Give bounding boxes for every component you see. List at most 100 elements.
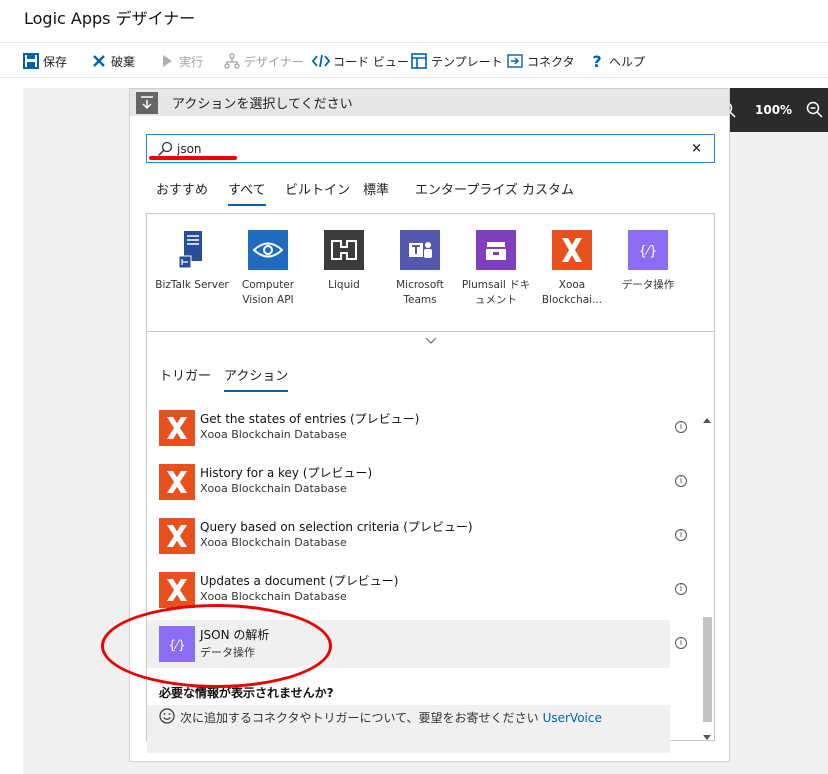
svg-text:{⁄}: {⁄} bbox=[639, 244, 658, 259]
plumsail-icon bbox=[476, 230, 516, 270]
connector-name: BizTalk Server bbox=[155, 279, 229, 291]
designer-toolbar: 保存 破棄 実行 デザイナー コード ビュー テンプレート コネクタ ? ヘルプ bbox=[0, 42, 828, 78]
code-view-button[interactable]: コード ビュー bbox=[312, 51, 409, 71]
code-icon bbox=[312, 52, 330, 70]
connector-name: Computer bbox=[241, 279, 295, 291]
zoom-out-icon[interactable] bbox=[806, 101, 824, 123]
action-list-scrollbar[interactable] bbox=[700, 410, 714, 740]
biztalk-icon bbox=[172, 230, 212, 270]
connector-data-operations[interactable]: {⁄} データ操作 bbox=[610, 230, 686, 293]
red-underline-annotation bbox=[149, 156, 237, 160]
panel-header: アクションを選択してください bbox=[130, 89, 729, 116]
connector-name: Plumsail ドキ bbox=[461, 279, 531, 291]
tab-standard[interactable]: 標準 bbox=[363, 179, 389, 198]
action-step-icon bbox=[136, 92, 158, 114]
action-name: Updates a document (プレビュー) bbox=[200, 574, 399, 588]
connector-name: Microsoft bbox=[396, 279, 444, 291]
tab-enterprise[interactable]: エンタープライズ bbox=[415, 179, 518, 198]
connector-name-2: Teams bbox=[403, 294, 437, 306]
xooa-icon bbox=[159, 572, 195, 608]
category-tabs: おすすめ すべて ビルトイン 標準 エンタープライズ カスタム bbox=[156, 179, 716, 207]
save-icon bbox=[22, 52, 40, 70]
xooa-icon bbox=[159, 410, 195, 446]
connector-xooa[interactable]: Xooa Blockchai... bbox=[534, 230, 610, 308]
action-item[interactable]: History for a key (プレビュー) Xooa Blockchai… bbox=[147, 458, 670, 506]
clear-search-icon[interactable]: × bbox=[691, 141, 702, 156]
help-label: ヘルプ bbox=[609, 54, 646, 69]
run-button[interactable]: 実行 bbox=[158, 51, 203, 71]
connector-computer-vision[interactable]: Computer Vision API bbox=[230, 230, 306, 308]
search-input[interactable] bbox=[177, 139, 677, 159]
scrollbar-thumb[interactable] bbox=[703, 617, 712, 722]
scroll-up-icon[interactable] bbox=[703, 410, 711, 429]
feedback-message: 次に追加するコネクタやトリガーについて、要望をお寄せください bbox=[180, 711, 539, 725]
xooa-icon bbox=[159, 518, 195, 554]
save-label: 保存 bbox=[43, 54, 68, 69]
xooa-icon bbox=[552, 230, 592, 270]
close-icon bbox=[90, 52, 108, 70]
connector-name: Liquid bbox=[328, 279, 360, 291]
tab-triggers[interactable]: トリガー bbox=[159, 365, 211, 384]
action-connector: Xooa Blockchain Database bbox=[200, 536, 347, 549]
connectors-label: コネクタ bbox=[527, 54, 575, 69]
info-icon[interactable]: i bbox=[675, 637, 687, 649]
designer-button[interactable]: デザイナー bbox=[223, 51, 304, 71]
tab-actions[interactable]: アクション bbox=[224, 365, 289, 392]
connector-liquid[interactable]: Liquid bbox=[306, 230, 382, 293]
xooa-icon bbox=[159, 464, 195, 500]
title-bar: Logic Apps デザイナー bbox=[0, 0, 828, 40]
tab-recommended[interactable]: おすすめ bbox=[156, 179, 208, 198]
action-name: Query based on selection criteria (プレビュー… bbox=[200, 520, 473, 534]
action-name: History for a key (プレビュー) bbox=[200, 466, 373, 480]
action-connector: Xooa Blockchain Database bbox=[200, 590, 347, 603]
connector-biztalk[interactable]: BizTalk Server bbox=[154, 230, 230, 293]
connectors-button[interactable]: コネクタ bbox=[506, 51, 575, 71]
zoom-level: 100% bbox=[755, 103, 793, 117]
run-label: 実行 bbox=[179, 54, 204, 69]
info-icon[interactable]: i bbox=[675, 583, 687, 595]
designer-icon bbox=[223, 52, 241, 70]
connector-teams[interactable]: Microsoft Teams bbox=[382, 230, 458, 308]
app-title: Logic Apps デザイナー bbox=[24, 9, 196, 28]
teams-icon bbox=[400, 230, 440, 270]
red-ellipse-annotation bbox=[101, 604, 332, 688]
panel-title: アクションを選択してください bbox=[172, 97, 353, 112]
connector-icon bbox=[506, 52, 524, 70]
chevron-down-icon bbox=[424, 332, 438, 348]
tab-all[interactable]: すべて bbox=[228, 179, 266, 206]
info-icon[interactable]: i bbox=[675, 421, 687, 433]
info-icon[interactable]: i bbox=[675, 529, 687, 541]
template-icon bbox=[410, 52, 428, 70]
expand-connectors-toggle[interactable] bbox=[146, 331, 715, 348]
help-button[interactable]: ? ヘルプ bbox=[588, 51, 645, 71]
action-name: Get the states of entries (プレビュー) bbox=[200, 412, 420, 426]
tab-custom[interactable]: カスタム bbox=[522, 179, 574, 198]
save-button[interactable]: 保存 bbox=[22, 51, 67, 71]
data-operations-icon: {⁄} bbox=[628, 230, 668, 270]
tab-builtin[interactable]: ビルトイン bbox=[285, 179, 350, 198]
action-connector: Xooa Blockchain Database bbox=[200, 482, 347, 495]
connector-name-2: ュメント bbox=[475, 294, 517, 306]
help-icon: ? bbox=[592, 51, 602, 71]
templates-label: テンプレート bbox=[431, 54, 503, 69]
action-connector: Xooa Blockchain Database bbox=[200, 428, 347, 441]
liquid-icon bbox=[324, 230, 364, 270]
connector-plumsail[interactable]: Plumsail ドキ ュメント bbox=[458, 230, 534, 308]
action-item[interactable]: Query based on selection criteria (プレビュー… bbox=[147, 512, 670, 560]
eye-icon bbox=[248, 230, 288, 270]
uservoice-link[interactable]: UserVoice bbox=[543, 711, 602, 725]
smiley-icon bbox=[159, 708, 175, 727]
connector-name-2: Vision API bbox=[242, 294, 294, 306]
play-icon bbox=[158, 52, 176, 70]
connector-name: Xooa bbox=[558, 279, 586, 291]
feedback-text: 次に追加するコネクタやトリガーについて、要望をお寄せください UserVoice bbox=[159, 708, 602, 727]
connector-name: データ操作 bbox=[621, 279, 675, 291]
templates-button[interactable]: テンプレート bbox=[410, 51, 503, 71]
code-view-label: コード ビュー bbox=[333, 54, 409, 69]
action-item[interactable]: Get the states of entries (プレビュー) Xooa B… bbox=[147, 404, 670, 452]
discard-label: 破棄 bbox=[111, 54, 136, 69]
connector-name-2: Blockchai... bbox=[541, 294, 603, 306]
discard-button[interactable]: 破棄 bbox=[90, 51, 135, 71]
info-icon[interactable]: i bbox=[675, 475, 687, 487]
scroll-down-icon[interactable] bbox=[703, 726, 711, 745]
